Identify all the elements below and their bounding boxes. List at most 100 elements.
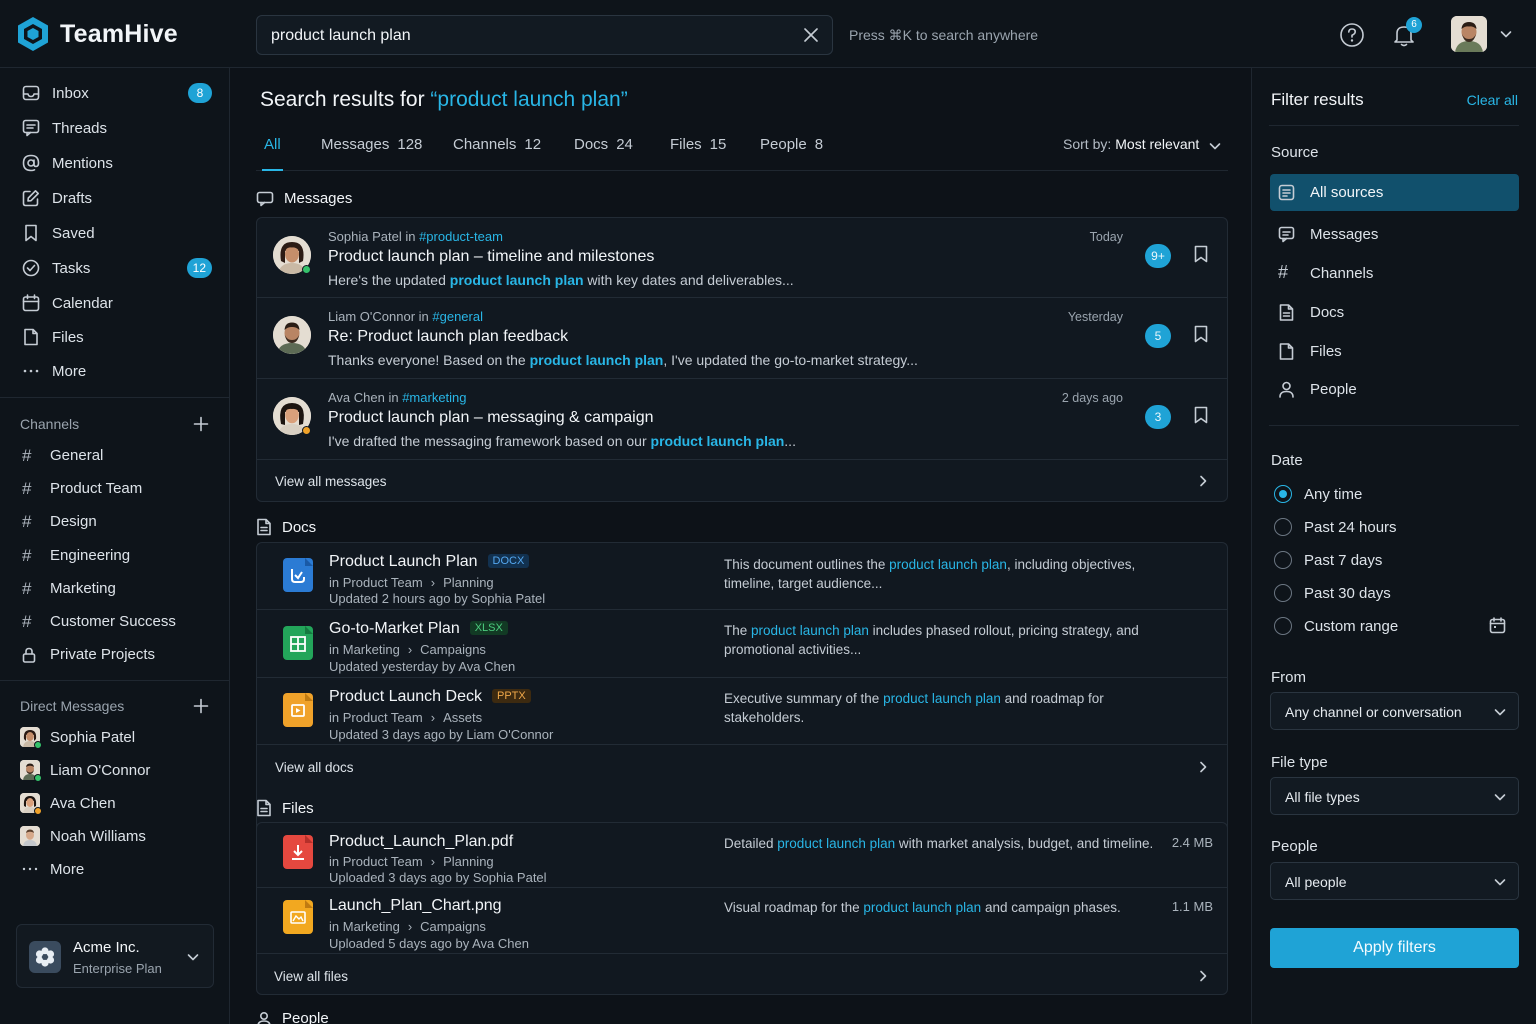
file-uploaded: Uploaded 3 days ago by Sophia Patel [329,870,547,885]
apply-filters-button[interactable]: Apply filters [1270,928,1519,968]
people-select[interactable]: All people [1270,862,1519,900]
message-time: 2 days ago [1061,391,1123,405]
close-icon[interactable] [804,28,818,42]
chevron-right-icon [1199,475,1207,487]
date-option-past-7-days[interactable]: Past 7 days [1274,547,1514,573]
message-snippet: Here's the updated product launch plan w… [328,272,794,288]
add-channel-plus-icon[interactable] [193,416,209,432]
view-all-files-link[interactable]: View all files [257,956,1227,996]
search-box[interactable] [256,15,833,55]
bookmark-icon[interactable] [1193,245,1209,263]
message-channel-link[interactable]: #marketing [402,390,466,405]
date-option-any-time[interactable]: Any time [1274,481,1514,507]
channel-item-engineering[interactable]: # Engineering [0,541,229,571]
sidebar-item-mentions[interactable]: Mentions [0,147,229,179]
tab-all[interactable]: All [262,136,283,171]
channel-item-private-projects[interactable]: Private Projects [0,640,229,670]
chevron-down-icon[interactable] [1209,141,1221,151]
dm-item-noah-williams[interactable]: Noah Williams [0,822,229,852]
message-channel-link[interactable]: #product-team [419,229,503,244]
sidebar-item-calendar[interactable]: Calendar [0,287,229,319]
bookmark-icon[interactable] [1193,406,1209,424]
sidebar-item-more[interactable]: More [0,355,229,387]
doc-result[interactable]: Product Launch Plan DOCX in Product Team ›… [257,543,1227,610]
sidebar-divider [0,397,229,398]
doc-snippet: This document outlines the product launc… [724,557,1136,591]
radio-selected[interactable] [1274,485,1292,503]
sort-dropdown[interactable]: Sort by: Most relevant [1063,136,1199,152]
file-result[interactable]: Launch_Plan_Chart.png in Marketing › Campa… [257,888,1227,954]
radio-button[interactable] [1274,518,1292,536]
dm-item-liam-oconnor[interactable]: Liam O'Connor [0,756,229,786]
sidebar-item-drafts[interactable]: Drafts [0,182,229,214]
sidebar-item-files[interactable]: Files [0,321,229,353]
bookmark-icon[interactable] [1193,325,1209,343]
online-status-dot [34,741,42,749]
search-input[interactable] [271,24,771,48]
source-option-all[interactable]: All sources [1270,174,1519,211]
channels-heading: Channels [20,416,80,432]
tab-files[interactable]: Files 15 [670,136,726,170]
tab-channels[interactable]: Channels 12 [453,136,541,170]
message-result[interactable]: Liam O'Connor in #general Re: Product la… [257,298,1227,379]
image-file-icon [283,900,313,934]
message-author: Ava Chen [328,390,385,405]
online-status-dot [302,265,311,274]
dm-item-ava-chen[interactable]: Ava Chen [0,789,229,819]
message-snippet: Thanks everyone! Based on the product la… [328,352,918,368]
from-select[interactable]: Any channel or conversation [1270,692,1519,730]
date-option-past-30-days[interactable]: Past 30 days [1274,580,1514,606]
doc-result[interactable]: Go-to-Market Plan XLSX in Marketing › Campa… [257,610,1227,678]
chevron-down-icon[interactable] [1500,29,1512,39]
sidebar-item-inbox[interactable]: Inbox 8 [0,77,229,109]
source-option-channels[interactable]: # Channels [1270,255,1519,292]
date-option-custom-range[interactable]: Custom range [1274,613,1514,639]
sidebar-item-threads[interactable]: Threads [0,112,229,144]
sidebar-item-saved[interactable]: Saved [0,217,229,249]
view-all-messages-link[interactable]: View all messages [257,461,1227,501]
channel-item-customer-success[interactable]: # Customer Success [0,607,229,637]
radio-button[interactable] [1274,617,1292,635]
calendar-icon[interactable] [1489,617,1506,634]
message-channel-link[interactable]: #general [432,309,483,324]
clear-all-filters-button[interactable]: Clear all [1467,92,1518,108]
file-result[interactable]: Product_Launch_Plan.pdf in Product Team ›… [257,823,1227,888]
user-avatar[interactable] [1451,16,1487,52]
source-option-messages[interactable]: Messages [1270,216,1519,253]
chevron-down-icon [1494,792,1506,802]
date-option-past-24-hours[interactable]: Past 24 hours [1274,514,1514,540]
channel-item-design[interactable]: # Design [0,507,229,537]
source-option-people[interactable]: People [1270,371,1519,408]
add-dm-plus-icon[interactable] [193,698,209,714]
tab-messages[interactable]: Messages 128 [321,136,422,170]
workspace-logo-icon [29,941,61,973]
message-result[interactable]: Ava Chen in #marketing Product launch pl… [257,379,1227,460]
sidebar-item-tasks[interactable]: Tasks 12 [0,252,229,284]
chat-bubble-icon [256,191,274,207]
doc-result[interactable]: Product Launch Deck PPTX in Product Team ›… [257,678,1227,745]
help-icon[interactable] [1339,22,1365,48]
file-icon [256,799,272,817]
channel-item-general[interactable]: # General [0,441,229,471]
dm-item-sophia-patel[interactable]: Sophia Patel [0,723,229,753]
channel-item-product-team[interactable]: # Product Team [0,474,229,504]
file-size: 1.1 MB [1171,899,1213,914]
tab-people[interactable]: People 8 [760,136,823,170]
source-filter-label: Source [1271,144,1319,161]
radio-button[interactable] [1274,551,1292,569]
radio-button[interactable] [1274,584,1292,602]
workspace-switcher[interactable]: Acme Inc. Enterprise Plan [16,924,214,988]
dm-item-more[interactable]: More [0,855,229,885]
message-result[interactable]: Sophia Patel in #product-team Product la… [257,218,1227,298]
online-status-dot [34,774,42,782]
brand[interactable]: TeamHive [16,16,178,52]
view-all-docs-link[interactable]: View all docs [257,747,1227,787]
filter-panel-title: Filter results [1271,90,1364,109]
file-type-select[interactable]: All file types [1270,777,1519,815]
source-option-docs[interactable]: Docs [1270,294,1519,331]
hash-icon: # [22,546,32,565]
tab-docs[interactable]: Docs 24 [574,136,633,170]
source-option-files[interactable]: Files [1270,333,1519,370]
channel-item-marketing[interactable]: # Marketing [0,574,229,604]
doc-path: in Product Team › Planning [329,575,494,590]
